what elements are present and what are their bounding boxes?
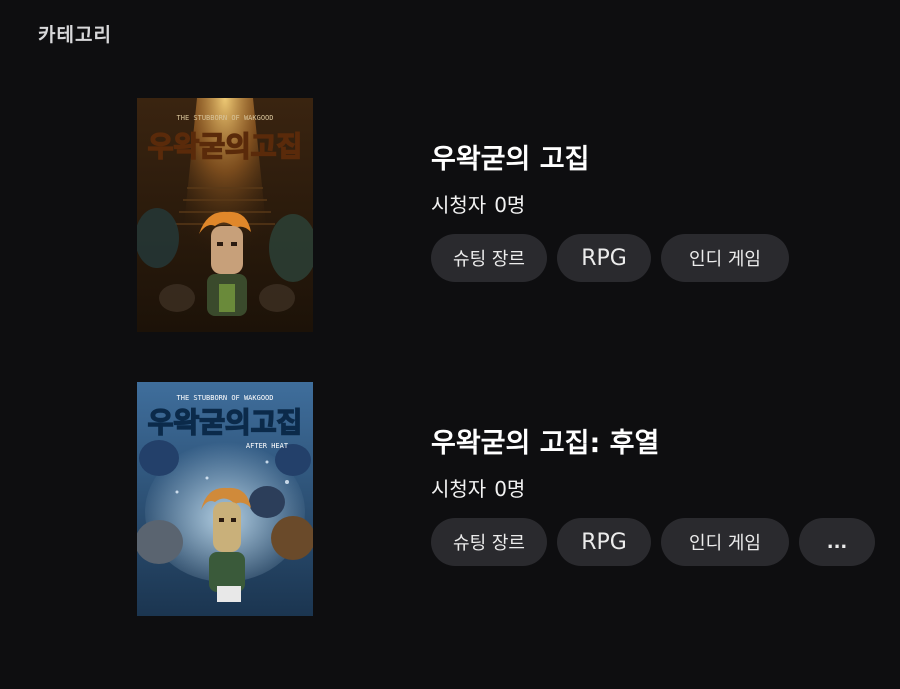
viewer-label: 시청자 [431, 477, 487, 501]
cover-art: THE STUBBORN OF WAKGOOD 우왁굳의고집 [137, 98, 313, 332]
game-card[interactable]: THE STUBBORN OF WAKGOOD 우왁굳의고집 우왁굳의 고집 시… [137, 98, 877, 332]
viewer-number: 0명 [494, 193, 526, 217]
game-card[interactable]: THE STUBBORN OF WAKGOOD 우왁굳의고집 AFTER HEA… [137, 382, 877, 616]
viewer-count: 시청자 0명 [431, 474, 877, 504]
cover-logo: 우왁굳의고집 [148, 130, 303, 163]
game-title[interactable]: 우왁굳의 고집: 후열 [431, 424, 877, 464]
cover-tagline: AFTER HEAT [246, 442, 289, 450]
more-tags-button[interactable]: ... [799, 518, 875, 566]
tag-list: 슈팅 장르 RPG 인디 게임 [431, 234, 877, 282]
tag-shooting-genre[interactable]: 슈팅 장르 [431, 518, 547, 566]
game-cover-image[interactable]: THE STUBBORN OF WAKGOOD 우왁굳의고집 [137, 98, 313, 332]
cover-subtitle: THE STUBBORN OF WAKGOOD [177, 394, 274, 402]
game-title[interactable]: 우왁굳의 고집 [431, 140, 877, 180]
game-info: 우왁굳의 고집: 후열 시청자 0명 슈팅 장르 RPG 인디 게임 ... [431, 424, 877, 566]
viewer-number: 0명 [494, 477, 526, 501]
cover-logo: 우왁굳의고집 [148, 406, 303, 439]
tag-shooting-genre[interactable]: 슈팅 장르 [431, 234, 547, 282]
game-info: 우왁굳의 고집 시청자 0명 슈팅 장르 RPG 인디 게임 [431, 140, 877, 282]
tag-indie-game[interactable]: 인디 게임 [661, 518, 789, 566]
cover-subtitle: THE STUBBORN OF WAKGOOD [177, 114, 274, 122]
tag-rpg[interactable]: RPG [557, 234, 651, 282]
cover-art: THE STUBBORN OF WAKGOOD 우왁굳의고집 AFTER HEA… [137, 382, 313, 616]
tag-rpg[interactable]: RPG [557, 518, 651, 566]
tag-list: 슈팅 장르 RPG 인디 게임 ... [431, 518, 877, 566]
tag-indie-game[interactable]: 인디 게임 [661, 234, 789, 282]
game-cover-image[interactable]: THE STUBBORN OF WAKGOOD 우왁굳의고집 AFTER HEA… [137, 382, 313, 616]
viewer-count: 시청자 0명 [431, 190, 877, 220]
viewer-label: 시청자 [431, 193, 487, 217]
category-heading: 카테고리 [38, 24, 112, 46]
